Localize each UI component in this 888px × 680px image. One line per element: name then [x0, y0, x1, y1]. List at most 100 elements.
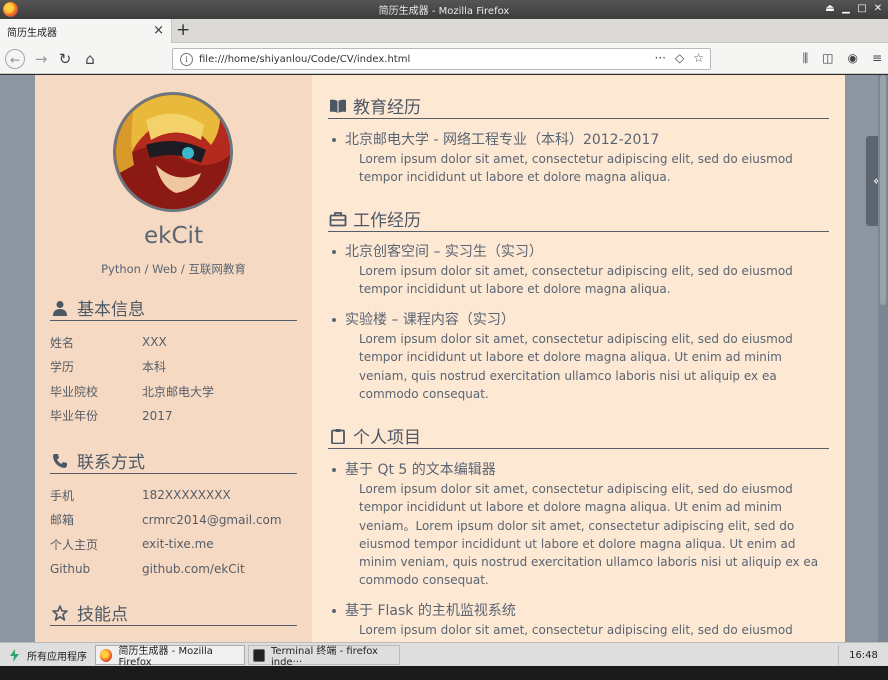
- info-key: 毕业院校: [50, 384, 99, 399]
- avatar: [113, 92, 233, 212]
- project-entry: 基于 Qt 5 的文本编辑器 Lorem ipsum dolor sit ame…: [332, 461, 829, 590]
- info-value: XXX: [142, 335, 167, 350]
- info-row: 学历 本科: [50, 355, 297, 380]
- bullet-icon: [332, 138, 336, 142]
- section-basic-info: 基本信息: [50, 295, 297, 321]
- back-icon[interactable]: ←: [5, 49, 25, 69]
- page-viewport: ekCit Python / Web / 互联网教育 基本信息 姓名 XXX 学历…: [0, 75, 888, 642]
- section-title: 教育经历: [353, 98, 421, 118]
- section-title: 联系方式: [77, 453, 145, 473]
- firefox-icon: [100, 648, 113, 662]
- reload-icon[interactable]: ↻: [55, 49, 75, 69]
- firefox-icon[interactable]: [3, 2, 18, 17]
- url-text[interactable]: file:///home/shiyanlou/Code/CV/index.htm…: [199, 54, 410, 65]
- profile-tagline: Python / Web / 互联网教育: [101, 262, 246, 276]
- clipboard-icon: [331, 428, 345, 444]
- tab-strip: 简历生成器 × +: [0, 19, 888, 43]
- contact-list: 手机 182XXXXXXXX 邮箱 crmrc2014@gmail.com 个人主页…: [50, 483, 297, 581]
- url-bar[interactable]: i file:///home/shiyanlou/Code/CV/index.h…: [172, 48, 711, 70]
- bullet-icon: [332, 609, 336, 613]
- window-close-icon[interactable]: ✕: [872, 2, 884, 15]
- info-row: 毕业院校 北京邮电大学: [50, 379, 297, 404]
- window-maximize-icon[interactable]: □: [856, 2, 868, 15]
- contact-key: 邮箱: [50, 513, 75, 528]
- pocket-icon[interactable]: ◇: [675, 51, 684, 65]
- entry-desc: Lorem ipsum dolor sit amet, consectetur …: [359, 623, 793, 637]
- section-projects: 个人项目: [328, 423, 829, 449]
- info-value: 2017: [142, 408, 173, 423]
- contact-row: Github github.com/ekCit: [50, 557, 297, 582]
- sidebar-toggle-icon[interactable]: ◫: [822, 51, 833, 66]
- info-row: 毕业年份 2017: [50, 404, 297, 429]
- contact-value: 182XXXXXXXX: [142, 488, 231, 503]
- info-key: 学历: [50, 360, 75, 375]
- browser-tab[interactable]: 简历生成器 ×: [0, 19, 172, 43]
- entry-title: 实验楼 – 课程内容（实习）: [345, 312, 515, 328]
- work-entry: 北京创客空间 – 实习生（实习） Lorem ipsum dolor sit a…: [332, 243, 829, 299]
- entry-title: 基于 Flask 的主机监视系统: [345, 603, 516, 619]
- terminal-icon: [253, 648, 265, 662]
- project-entry: 基于 Flask 的主机监视系统 Lorem ipsum dolor sit a…: [332, 602, 829, 639]
- task-terminal[interactable]: Terminal 终端 - firefox inde···: [248, 645, 400, 668]
- entry-desc: Lorem ipsum dolor sit amet, consectetur …: [359, 152, 793, 185]
- resume-sidebar: ekCit Python / Web / 互联网教育 基本信息 姓名 XXX 学历…: [35, 75, 312, 642]
- contact-value[interactable]: exit-tixe.me: [142, 537, 214, 551]
- contact-value[interactable]: crmrc2014@gmail.com: [142, 513, 282, 527]
- site-info-icon[interactable]: i: [180, 52, 193, 66]
- window-title: 简历生成器 - Mozilla Firefox: [378, 6, 510, 17]
- account-icon[interactable]: ◉: [847, 51, 857, 66]
- section-contact: 联系方式: [50, 448, 297, 474]
- taskbar: 所有应用程序 简历生成器 - Mozilla Firefox Terminal …: [0, 642, 888, 680]
- bullet-icon: [332, 468, 336, 472]
- contact-row: 个人主页 exit-tixe.me: [50, 532, 297, 557]
- info-key: 毕业年份: [50, 409, 99, 424]
- section-title: 个人项目: [353, 428, 421, 448]
- window-minimize-icon[interactable]: ▁: [840, 2, 852, 15]
- education-entry: 北京邮电大学 - 网络工程专业（本科）2012-2017 Lorem ipsum…: [332, 131, 829, 187]
- contact-row: 邮箱 crmrc2014@gmail.com: [50, 508, 297, 533]
- forward-icon[interactable]: →: [31, 49, 51, 69]
- window-controls: ⏏ ▁ □ ✕: [824, 2, 884, 15]
- contact-key: 手机: [50, 488, 75, 503]
- user-icon: [53, 300, 67, 316]
- star-icon: [52, 604, 68, 621]
- contact-value[interactable]: github.com/ekCit: [142, 562, 245, 576]
- bookmark-star-icon[interactable]: ☆: [693, 51, 704, 65]
- entry-desc: Lorem ipsum dolor sit amet, consectetur …: [359, 482, 819, 588]
- work-entry: 实验楼 – 课程内容（实习） Lorem ipsum dolor sit ame…: [332, 311, 829, 403]
- task-label: Terminal 终端 - firefox inde···: [270, 646, 378, 668]
- scrollbar-thumb[interactable]: [880, 75, 886, 305]
- section-skills: 技能点: [50, 600, 297, 626]
- contact-key: Github: [50, 561, 91, 576]
- new-tab-icon[interactable]: +: [176, 20, 190, 40]
- page-scrollbar[interactable]: [878, 75, 888, 642]
- entry-desc: Lorem ipsum dolor sit amet, consectetur …: [359, 332, 793, 401]
- entry-title: 北京创客空间 – 实习生（实习）: [345, 244, 543, 260]
- window-shade-icon[interactable]: ⏏: [824, 2, 836, 15]
- library-icon[interactable]: ⫼: [803, 51, 809, 66]
- section-title: 工作经历: [353, 211, 421, 231]
- task-firefox[interactable]: 简历生成器 - Mozilla Firefox: [95, 645, 245, 668]
- nav-toolbar: ← → ↻ ⌂ i file:///home/shiyanlou/Code/CV…: [0, 43, 888, 74]
- contact-key: 个人主页: [50, 537, 99, 552]
- info-value: 北京邮电大学: [142, 384, 215, 399]
- briefcase-icon: [329, 211, 347, 226]
- entry-title: 基于 Qt 5 的文本编辑器: [345, 462, 496, 478]
- all-apps-label: 所有应用程序: [27, 651, 87, 663]
- section-title: 技能点: [77, 605, 128, 625]
- bullet-icon: [332, 318, 336, 322]
- resume-page: ekCit Python / Web / 互联网教育 基本信息 姓名 XXX 学历…: [35, 75, 845, 642]
- basic-info-list: 姓名 XXX 学历 本科 毕业院校 北京邮电大学 毕业年份 2017: [50, 330, 297, 428]
- info-row: 姓名 XXX: [50, 330, 297, 355]
- bullet-icon: [332, 250, 336, 254]
- book-icon: [330, 99, 346, 113]
- all-apps-button[interactable]: 所有应用程序: [4, 645, 92, 665]
- phone-icon: [53, 453, 67, 468]
- tab-close-icon[interactable]: ×: [153, 23, 164, 38]
- home-icon[interactable]: ⌂: [80, 49, 100, 69]
- page-actions-icon[interactable]: ···: [655, 51, 666, 65]
- entry-title: 北京邮电大学 - 网络工程专业（本科）2012-2017: [345, 132, 660, 148]
- menu-icon[interactable]: ≡: [872, 51, 882, 66]
- window-titlebar: 简历生成器 - Mozilla Firefox ⏏ ▁ □ ✕: [0, 0, 888, 19]
- info-value: 本科: [142, 360, 167, 375]
